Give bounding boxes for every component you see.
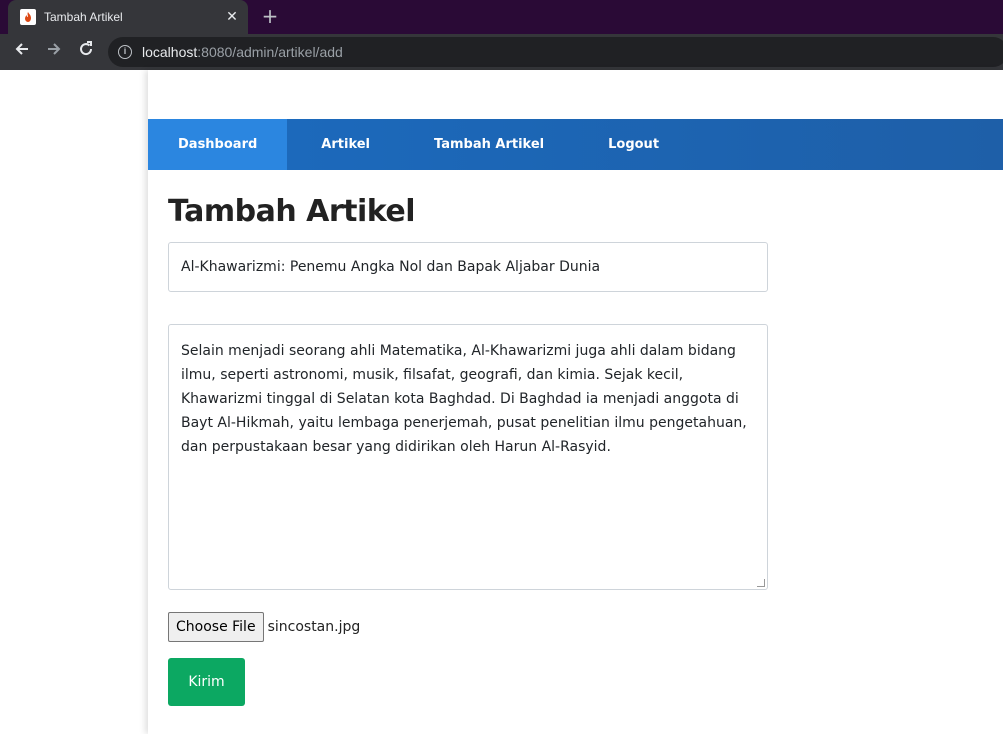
resize-grip-icon[interactable]: [757, 579, 765, 587]
content-text: Selain menjadi seorang ahli Matematika, …: [181, 343, 747, 455]
main-navbar: Dashboard Artikel Tambah Artikel Logout: [148, 119, 1003, 170]
tab-title: Tambah Artikel: [44, 10, 123, 24]
page-title: Tambah Artikel: [168, 194, 416, 229]
forward-arrow-icon[interactable]: [42, 40, 66, 64]
title-input[interactable]: Al-Khawarizmi: Penemu Angka Nol dan Bapa…: [168, 242, 768, 292]
codeigniter-flame-icon: [20, 9, 36, 25]
site-info-icon[interactable]: i: [118, 45, 132, 59]
nav-item-logout[interactable]: Logout: [576, 119, 691, 170]
browser-toolbar: i localhost :8080/admin/artikel/add: [0, 34, 1003, 70]
tab-close-icon[interactable]: ✕: [220, 9, 244, 25]
url-path: :8080/admin/artikel/add: [197, 44, 343, 60]
reload-icon[interactable]: [74, 40, 98, 64]
browser-tabstrip: Tambah Artikel ✕ +: [0, 0, 1003, 34]
page-background: [0, 70, 148, 734]
submit-button[interactable]: Kirim: [168, 658, 245, 706]
nav-item-artikel[interactable]: Artikel: [287, 119, 403, 170]
address-bar[interactable]: i localhost :8080/admin/artikel/add: [108, 37, 1003, 67]
file-name: sincostan.jpg: [267, 619, 361, 635]
nav-item-dashboard[interactable]: Dashboard: [148, 119, 288, 170]
new-tab-icon[interactable]: +: [258, 4, 282, 28]
browser-tab[interactable]: Tambah Artikel ✕: [8, 0, 248, 34]
url-host: localhost: [142, 44, 198, 60]
nav-item-tambah-artikel[interactable]: Tambah Artikel: [403, 119, 576, 170]
choose-file-button[interactable]: Choose File: [168, 612, 264, 642]
page-container: Dashboard Artikel Tambah Artikel Logout …: [148, 70, 1003, 734]
back-arrow-icon[interactable]: [10, 40, 34, 64]
file-upload: Choose File sincostan.jpg: [168, 612, 360, 642]
content-textarea[interactable]: Selain menjadi seorang ahli Matematika, …: [168, 324, 768, 590]
